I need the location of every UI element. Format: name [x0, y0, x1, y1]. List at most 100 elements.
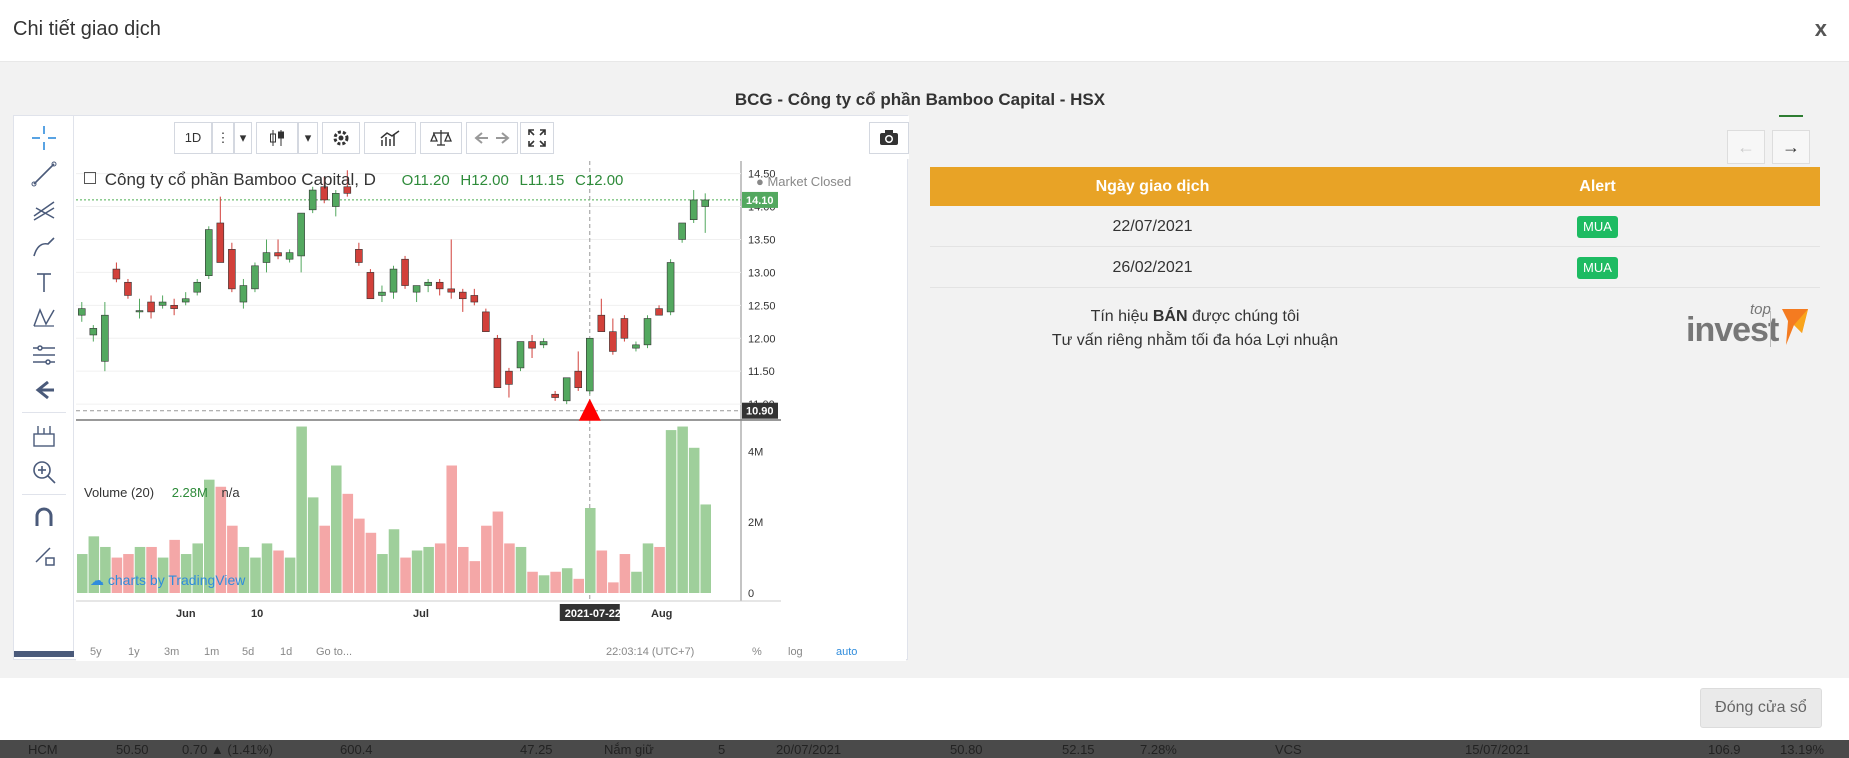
- settings-gear-icon[interactable]: [322, 122, 360, 154]
- go-to-date[interactable]: Go to...: [316, 646, 352, 658]
- candle-body: [297, 212, 305, 257]
- range-1d[interactable]: 1d: [280, 646, 292, 658]
- chart-top-toolbar: 1D ⋮ ▾ ▾: [76, 116, 909, 159]
- volume-bar: [654, 546, 665, 593]
- candle-body: [285, 252, 294, 260]
- volume-bar: [446, 465, 457, 593]
- candle-body: [274, 252, 282, 257]
- back-arrow-icon[interactable]: [28, 374, 60, 406]
- candle-body: [78, 308, 86, 316]
- tradingview-watermark[interactable]: ☁ charts by TradingView: [90, 572, 245, 589]
- cloud-icon: ☁: [90, 572, 104, 588]
- low-value: L11.15: [519, 172, 565, 189]
- measure-icon[interactable]: [28, 338, 60, 370]
- panel-indicator: [1779, 115, 1803, 117]
- pattern-icon[interactable]: [28, 302, 60, 334]
- row-date: 26/02/2021: [1112, 259, 1193, 276]
- compare-scale-icon[interactable]: [420, 122, 462, 154]
- close-icon[interactable]: x: [1815, 16, 1827, 42]
- camera-snapshot-icon[interactable]: [869, 122, 909, 154]
- volume-bar: [550, 571, 561, 593]
- table-row[interactable]: 26/02/2021 MUA: [930, 247, 1820, 288]
- candle-body: [112, 268, 121, 280]
- candle-body: [147, 301, 155, 313]
- chart-legend: Công ty cổ phần Bamboo Capital, D O11.20…: [84, 170, 623, 190]
- candle-body: [355, 249, 363, 263]
- candle-body: [655, 308, 663, 316]
- time-axis-label: Aug: [651, 608, 672, 620]
- volume-bar: [469, 561, 481, 593]
- auto-toggle[interactable]: auto: [836, 646, 857, 658]
- price-tick-label: 12.00: [748, 333, 776, 345]
- range-1y[interactable]: 1y: [128, 646, 140, 658]
- candle-style-icon[interactable]: [256, 122, 298, 154]
- text-tool-icon[interactable]: [28, 266, 60, 298]
- prev-arrow-button[interactable]: ←: [1727, 130, 1765, 164]
- magnet-icon[interactable]: [28, 502, 60, 534]
- volume-bar: [492, 511, 504, 593]
- volume-bar: [284, 557, 296, 593]
- candle-body: [308, 189, 317, 211]
- candle-body: [505, 370, 513, 385]
- fullscreen-icon[interactable]: [520, 122, 554, 154]
- range-1m[interactable]: 1m: [204, 646, 219, 658]
- log-toggle[interactable]: log: [788, 646, 803, 658]
- candle-body: [181, 298, 190, 303]
- candle-body: [597, 314, 606, 332]
- table-row[interactable]: 22/07/2021 MUA: [930, 206, 1820, 247]
- ruler-icon[interactable]: [28, 420, 60, 452]
- signal-message: Tín hiệu BÁN được chúng tôi Tư vấn riêng…: [1051, 308, 1339, 349]
- indicators-icon[interactable]: [364, 122, 416, 154]
- volume-bar: [538, 575, 550, 593]
- volume-tick-label: 4M: [748, 446, 763, 458]
- volume-bar: [458, 546, 469, 593]
- time-axis-label: Jun: [176, 608, 196, 620]
- candle-body: [701, 199, 709, 207]
- pitchfork-icon[interactable]: [28, 194, 60, 226]
- undo-redo-icon[interactable]: [466, 122, 518, 154]
- brush-icon[interactable]: [28, 230, 60, 262]
- range-5d[interactable]: 5d: [242, 646, 254, 658]
- collapse-legend-icon[interactable]: [84, 172, 96, 184]
- candle-body: [412, 285, 421, 293]
- volume-bar: [688, 447, 700, 593]
- candle-body: [89, 328, 98, 336]
- signals-table: Ngày giao dịch Alert 22/07/2021 MUA 26/0…: [930, 167, 1820, 288]
- scroll-indicator: [14, 651, 74, 657]
- high-value: H12.00: [460, 172, 509, 189]
- candle-body: [170, 305, 178, 309]
- interval-dropdown-icon[interactable]: ▾: [234, 122, 252, 154]
- modal-footer: Đóng cửa sổ: [0, 678, 1849, 740]
- interval-button[interactable]: 1D: [174, 122, 212, 154]
- volume-bar: [631, 571, 642, 593]
- volume-tick-label: 0: [748, 588, 754, 600]
- zoom-in-icon[interactable]: [28, 456, 60, 488]
- lock-drawing-icon[interactable]: [28, 538, 60, 570]
- candle-body: [262, 252, 271, 263]
- chart-style-dropdown-icon[interactable]: ▾: [298, 122, 318, 154]
- next-arrow-button[interactable]: →: [1772, 130, 1810, 164]
- candle-body: [228, 249, 236, 290]
- price-tick-label: 11.50: [748, 366, 775, 378]
- candle-body: [632, 344, 640, 349]
- crosshair-icon[interactable]: [28, 122, 60, 154]
- candle-body: [586, 337, 594, 392]
- chart-plot-area[interactable]: 14.5014.0013.5013.0012.5012.0011.5011.00…: [76, 161, 906, 661]
- interval-more-button[interactable]: ⋮: [212, 122, 234, 154]
- volume-title: Volume (20): [84, 485, 155, 500]
- modal-title: Chi tiết giao dịch: [13, 18, 161, 40]
- candle-body: [447, 288, 455, 293]
- candle-body: [205, 229, 213, 276]
- close-window-button[interactable]: Đóng cửa sổ: [1700, 688, 1822, 728]
- percent-toggle[interactable]: %: [752, 646, 762, 658]
- trend-line-icon[interactable]: [28, 158, 60, 190]
- market-status: ● Market Closed: [756, 174, 852, 189]
- candle-body: [101, 314, 109, 362]
- drawing-toolbar: [14, 116, 74, 657]
- price-tick-label: 12.50: [748, 300, 776, 312]
- volume-bar: [261, 543, 273, 593]
- range-3m[interactable]: 3m: [164, 646, 179, 658]
- volume-bar: [504, 543, 515, 593]
- volume-bar: [365, 532, 377, 593]
- range-5y[interactable]: 5y: [90, 646, 102, 658]
